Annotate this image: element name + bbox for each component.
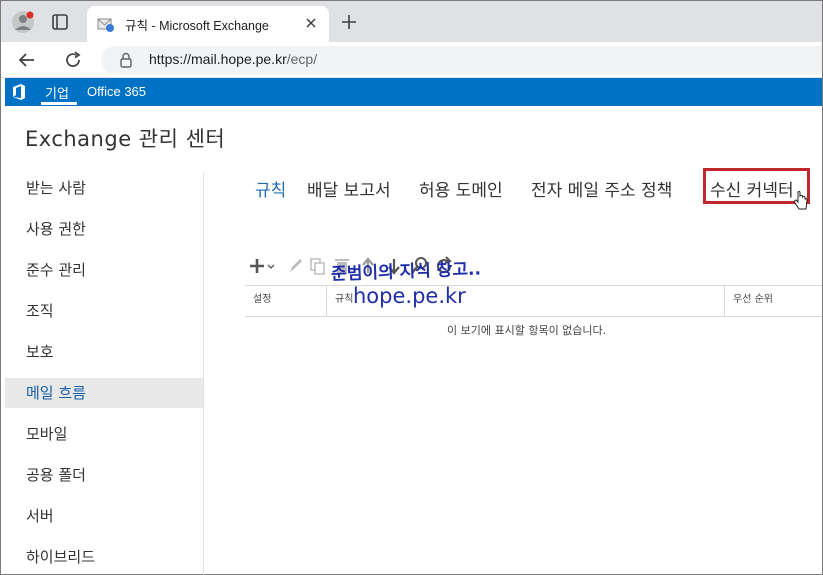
column-separator [724,286,725,316]
office-logo-icon[interactable] [11,83,27,101]
header-active-indicator [41,102,77,105]
header-link-enterprise[interactable]: 기업 [45,83,69,102]
left-nav: 받는 사람 사용 권한 준수 관리 조직 보호 메일 흐름 모바일 공용 폴더 … [5,167,203,575]
nav-item-mobile[interactable]: 모바일 [5,419,203,449]
url-path: /ecp/ [286,51,318,67]
tab-title: 규칙 - Microsoft Exchange [125,19,269,33]
browser-tab-active[interactable]: 규칙 - Microsoft Exchange [87,6,329,42]
hand-cursor-icon [794,191,808,210]
site-info-lock-icon[interactable] [119,52,133,68]
tab-actions-icon[interactable] [51,13,69,31]
back-arrow-icon[interactable] [17,50,37,70]
nav-item-hybrid[interactable]: 하이브리드 [5,542,203,572]
nav-item-compliance[interactable]: 준수 관리 [5,255,203,285]
close-icon[interactable] [304,16,318,30]
new-tab-plus-icon[interactable] [339,12,359,32]
nav-item-organization[interactable]: 조직 [5,296,203,326]
empty-list-message: 이 보기에 표시할 항목이 없습니다. [447,324,607,337]
header-link-office365[interactable]: Office 365 [87,84,146,99]
tab-accepted-domains[interactable]: 허용 도메인 [419,176,503,201]
tab-delivery-reports[interactable]: 배달 보고서 [307,176,391,201]
address-bar[interactable]: https://mail.hope.pe.kr/ecp/ [101,46,822,74]
url-text: https://mail.hope.pe.kr/ecp/ [149,51,317,67]
column-header-rule[interactable]: 규칙 [335,286,353,316]
nav-divider [203,173,204,575]
nav-item-protection[interactable]: 보호 [5,337,203,367]
page-title: Exchange 관리 센터 [25,127,226,151]
rules-grid-header: 설정 규칙 우선 순위 [245,285,822,317]
nav-item-mail-flow[interactable]: 메일 흐름 [5,378,203,408]
watermark-title: 준범이의 지식 창고.. [330,259,482,285]
office-header-bar: 기업 Office 365 [5,78,822,106]
column-header-enabled[interactable]: 설정 [253,286,271,316]
column-separator [326,286,327,316]
tab-rules[interactable]: 규칙 [255,176,286,201]
column-header-priority[interactable]: 우선 순위 [733,286,773,316]
url-host: https://mail.hope.pe.kr [149,51,287,67]
nav-item-recipients[interactable]: 받는 사람 [5,173,203,203]
reload-icon[interactable] [63,50,83,70]
browser-toolbar: https://mail.hope.pe.kr/ecp/ [1,42,822,78]
exchange-favicon-icon [97,18,114,32]
nav-item-permissions[interactable]: 사용 권한 [5,214,203,244]
browser-tab-strip: 규칙 - Microsoft Exchange [1,1,822,42]
edit-pencil-icon[interactable] [287,255,305,277]
copy-icon[interactable] [309,255,327,277]
nav-item-servers[interactable]: 서버 [5,501,203,531]
tab-email-address-policies[interactable]: 전자 메일 주소 정책 [531,176,672,201]
nav-item-public-folders[interactable]: 공용 폴더 [5,460,203,490]
profile-avatar-icon[interactable] [11,10,35,34]
add-new-icon[interactable] [249,255,277,277]
